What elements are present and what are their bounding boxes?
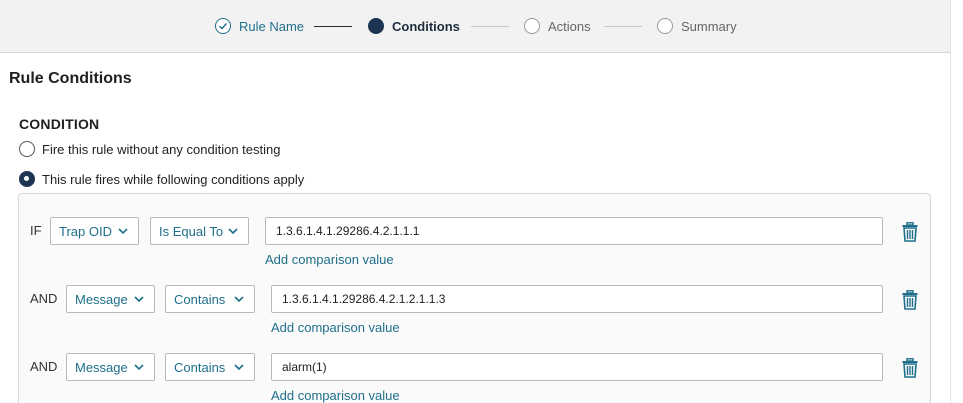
field-dropdown[interactable]: Trap OID <box>50 217 139 245</box>
step-label: Rule Name <box>239 18 305 34</box>
add-comparison-link[interactable]: Add comparison value <box>271 320 400 335</box>
chevron-down-icon <box>134 296 144 303</box>
pending-step-icon <box>657 18 673 34</box>
dropdown-value: Trap OID <box>59 223 112 239</box>
pending-step-icon <box>524 18 540 34</box>
radio-button[interactable] <box>19 141 35 157</box>
radio-with-conditions[interactable]: This rule fires while following conditio… <box>19 170 304 188</box>
active-step-icon <box>368 18 384 34</box>
field-dropdown[interactable]: Message <box>66 285 155 313</box>
radio-button[interactable] <box>19 171 35 187</box>
condition-connector: IF <box>30 223 42 238</box>
chevron-down-icon <box>118 228 128 235</box>
trash-icon[interactable] <box>902 290 918 310</box>
chevron-down-icon <box>234 364 244 371</box>
comparison-value-input[interactable]: 1.3.6.1.4.1.29286.4.2.1.1.1 <box>265 217 883 245</box>
condition-connector: AND <box>30 359 58 374</box>
page-title: Rule Conditions <box>9 70 132 87</box>
dropdown-value: Contains <box>174 359 226 375</box>
operator-dropdown[interactable]: Is Equal To <box>150 217 249 245</box>
trash-icon[interactable] <box>902 358 918 378</box>
step-actions[interactable]: Actions <box>524 17 591 35</box>
step-label: Actions <box>548 18 591 34</box>
step-conditions[interactable]: Conditions <box>368 17 460 35</box>
step-connector <box>604 26 642 27</box>
chevron-down-icon <box>234 296 244 303</box>
operator-dropdown[interactable]: Contains <box>165 353 255 381</box>
add-comparison-link[interactable]: Add comparison value <box>265 252 394 267</box>
dropdown-value: Contains <box>174 291 226 307</box>
step-label: Conditions <box>392 18 460 34</box>
step-label: Summary <box>681 18 737 34</box>
radio-label: Fire this rule without any condition tes… <box>42 141 281 157</box>
dropdown-value: Message <box>75 291 128 307</box>
wizard-steps: Rule Name Conditions Actions Summary <box>0 0 950 53</box>
step-rule-name[interactable]: Rule Name <box>215 17 304 35</box>
field-dropdown[interactable]: Message <box>66 353 155 381</box>
add-comparison-link[interactable]: Add comparison value <box>271 388 400 403</box>
trash-icon[interactable] <box>902 222 918 242</box>
condition-connector: AND <box>30 291 58 306</box>
comparison-value-input[interactable]: 1.3.6.1.4.1.29286.4.2.1.2.1.1.3 <box>271 285 883 313</box>
step-summary[interactable]: Summary <box>657 17 737 35</box>
operator-dropdown[interactable]: Contains <box>165 285 255 313</box>
radio-label: This rule fires while following conditio… <box>42 171 305 187</box>
step-connector <box>314 26 352 27</box>
comparison-value-input[interactable]: alarm(1) <box>271 353 883 381</box>
check-circle-icon <box>215 18 231 34</box>
radio-no-condition[interactable]: Fire this rule without any condition tes… <box>19 140 280 158</box>
dropdown-value: Message <box>75 359 128 375</box>
step-connector <box>471 26 509 27</box>
condition-heading: CONDITION <box>19 116 100 132</box>
chevron-down-icon <box>228 228 238 235</box>
chevron-down-icon <box>134 364 144 371</box>
dropdown-value: Is Equal To <box>159 223 224 239</box>
scrollbar[interactable] <box>950 0 963 403</box>
